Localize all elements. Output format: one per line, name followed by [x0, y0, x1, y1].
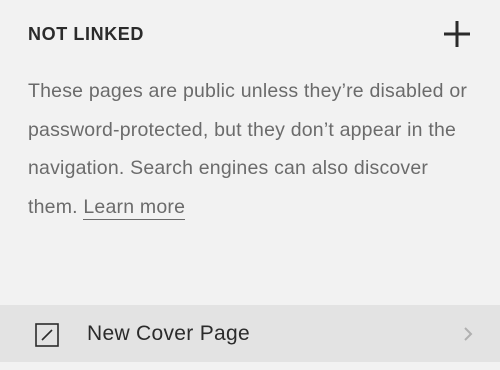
chevron-right-icon: [462, 325, 474, 343]
add-page-button[interactable]: [442, 19, 472, 49]
not-linked-section-header: NOT LINKED: [28, 0, 472, 68]
learn-more-link[interactable]: Learn more: [83, 195, 186, 220]
section-title: NOT LINKED: [28, 23, 144, 44]
cover-page-icon: [35, 323, 59, 347]
plus-icon: [444, 21, 470, 47]
page-item-title: New Cover Page: [87, 322, 250, 345]
bottom-strip: [0, 362, 500, 370]
page-item-new-cover-page[interactable]: New Cover Page: [0, 305, 500, 362]
not-linked-description: These pages are public unless they’re di…: [28, 72, 472, 226]
